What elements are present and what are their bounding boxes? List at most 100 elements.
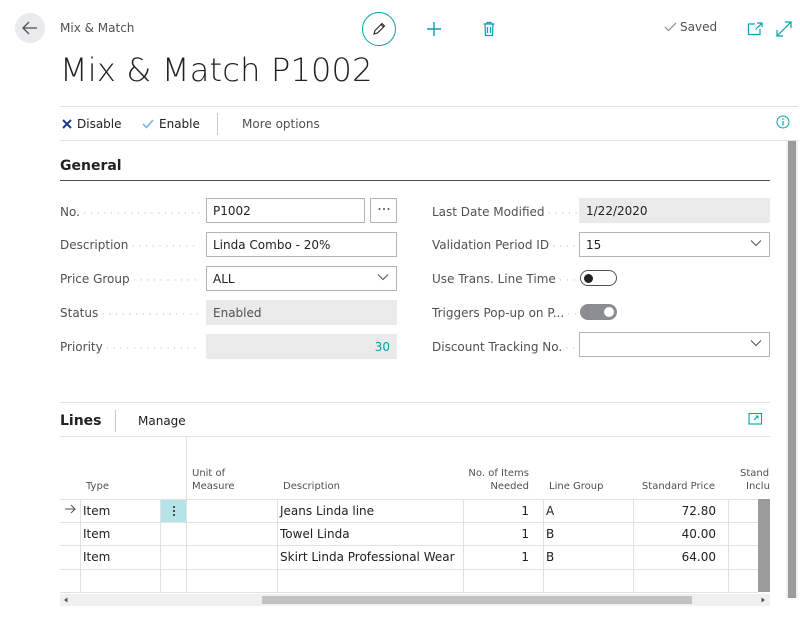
field-label-triggers-popup: Triggers Pop-up on P...	[432, 306, 577, 326]
field-label-no: No.	[60, 205, 200, 225]
new-button[interactable]	[423, 18, 445, 40]
row-2-price[interactable]: 40.00	[635, 527, 716, 541]
row-actions-button[interactable]	[161, 500, 186, 522]
col-header-description[interactable]: Description	[283, 480, 340, 493]
col-header-items-line2[interactable]: Needed	[465, 480, 529, 493]
row-3-type[interactable]: Item	[83, 550, 110, 564]
row-1-price[interactable]: 72.80	[635, 504, 716, 518]
grid-vline	[463, 499, 464, 592]
close-icon	[62, 119, 72, 129]
plus-icon	[427, 22, 441, 36]
grid-vline	[728, 499, 729, 592]
price-group-select[interactable]: ALL	[206, 266, 397, 291]
enable-button[interactable]: Enable	[142, 117, 200, 131]
description-input[interactable]: Linda Combo - 20%	[206, 232, 397, 257]
enable-label: Enable	[159, 117, 200, 131]
priority-value[interactable]: 30	[206, 334, 397, 359]
chevron-down-icon	[750, 340, 762, 347]
toggle-knob	[584, 273, 593, 283]
arrow-left-icon	[22, 21, 37, 35]
page-scrollbar[interactable]	[786, 141, 798, 598]
row-1-line-group[interactable]: A	[546, 504, 554, 518]
lines-divider-top	[60, 402, 770, 403]
manage-menu[interactable]: Manage	[138, 414, 186, 428]
scrollbar-thumb[interactable]	[788, 141, 796, 598]
row-1-items[interactable]: 1	[465, 504, 529, 518]
row-pointer-arrow-icon	[64, 503, 76, 517]
toggle-knob	[604, 307, 614, 317]
row-3-items[interactable]: 1	[465, 550, 529, 564]
more-vertical-icon	[172, 506, 175, 516]
grid-hline	[60, 569, 758, 570]
field-label-use-trans-line-time: Use Trans. Line Time	[432, 272, 577, 292]
scroll-left-icon[interactable]	[63, 597, 69, 603]
row-2-line-group[interactable]: B	[546, 527, 554, 541]
saved-label: Saved	[680, 20, 718, 34]
disable-button[interactable]: Disable	[62, 117, 122, 131]
col-header-standard-price[interactable]: Standard Price	[635, 480, 715, 493]
more-options-button[interactable]: More options	[242, 117, 320, 131]
ellipsis-icon	[378, 208, 389, 210]
open-new-window-button[interactable]	[744, 18, 766, 40]
chevron-down-icon	[750, 240, 762, 247]
check-icon	[142, 119, 154, 129]
no-input[interactable]: P1002	[206, 198, 365, 223]
grid-vline	[80, 499, 81, 592]
grid-vertical-scrollbar[interactable]	[758, 499, 770, 592]
row-3-line-group[interactable]: B	[546, 550, 554, 564]
field-label-last-date-modified: Last Date Modified	[432, 205, 577, 225]
scrollbar-thumb[interactable]	[262, 596, 692, 604]
expand-button[interactable]	[773, 18, 795, 40]
grid-vline	[277, 499, 278, 592]
col-header-uom-line1[interactable]: Unit of	[192, 467, 225, 480]
col-header-stand-line1[interactable]: Stand.	[740, 467, 770, 480]
open-in-new-icon	[748, 412, 763, 425]
row-3-price[interactable]: 64.00	[635, 550, 716, 564]
general-divider	[60, 180, 770, 181]
page-title: Mix & Match P1002	[60, 51, 373, 89]
row-2-description[interactable]: Towel Linda	[280, 527, 350, 541]
scroll-right-icon[interactable]	[760, 597, 766, 603]
col-header-line-group[interactable]: Line Group	[549, 480, 603, 493]
price-group-value: ALL	[213, 272, 235, 286]
triggers-popup-toggle[interactable]	[580, 304, 617, 320]
col-header-stand-line2[interactable]: Inclu	[746, 480, 770, 493]
breadcrumb: Mix & Match	[60, 21, 135, 35]
info-icon	[776, 115, 790, 129]
back-button[interactable]	[15, 13, 45, 43]
lines-separator	[115, 410, 116, 432]
use-trans-line-time-toggle[interactable]	[580, 270, 617, 286]
lines-grid: Type Unit of Measure Description No. of …	[60, 437, 770, 593]
assist-edit-button[interactable]	[370, 198, 397, 223]
last-date-modified-value: 1/22/2020	[579, 198, 770, 223]
col-header-type[interactable]: Type	[86, 480, 109, 493]
row-2-items[interactable]: 1	[465, 527, 529, 541]
field-label-price-group: Price Group	[60, 272, 200, 292]
disable-label: Disable	[77, 117, 122, 131]
edit-button[interactable]	[362, 12, 396, 46]
expand-icon	[776, 21, 792, 37]
lines-horizontal-scrollbar[interactable]	[60, 594, 770, 606]
saved-status: Saved	[664, 20, 717, 34]
validation-period-value: 15	[586, 238, 602, 252]
col-header-uom-line2[interactable]: Measure	[192, 480, 235, 493]
validation-period-select[interactable]: 15	[579, 232, 770, 257]
general-section-title[interactable]: General	[60, 158, 122, 174]
grid-vline	[543, 499, 544, 592]
row-3-description[interactable]: Skirt Linda Professional Wear	[280, 550, 455, 564]
row-1-description[interactable]: Jeans Linda line	[280, 504, 374, 518]
lines-section-title[interactable]: Lines	[60, 413, 102, 429]
info-button[interactable]	[776, 115, 790, 129]
row-2-type[interactable]: Item	[83, 527, 110, 541]
grid-vline	[633, 499, 634, 592]
delete-button[interactable]	[478, 18, 500, 40]
expand-lines-button[interactable]	[748, 412, 763, 428]
row-1-type[interactable]: Item	[83, 504, 110, 518]
col-header-items-line1[interactable]: No. of Items	[465, 467, 529, 480]
field-label-validation-period: Validation Period ID	[432, 238, 577, 258]
check-icon	[664, 22, 677, 32]
field-label-description: Description	[60, 238, 200, 258]
grid-hline	[60, 545, 758, 546]
discount-tracking-select[interactable]	[579, 332, 770, 357]
action-separator	[217, 113, 218, 135]
